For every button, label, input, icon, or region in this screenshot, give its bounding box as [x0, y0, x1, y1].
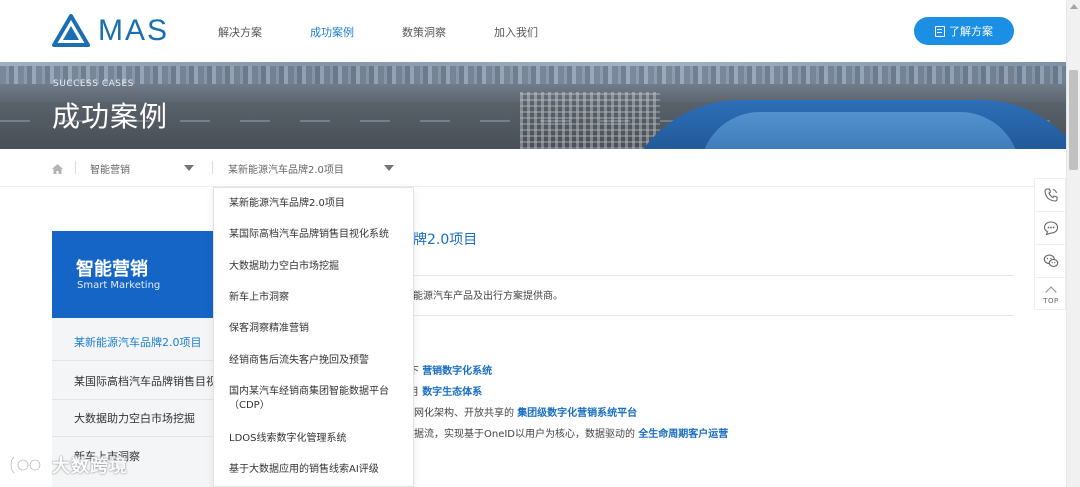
nav-item-solutions[interactable]: 解决方案 [218, 24, 262, 40]
dropdown-item[interactable]: 国内某汽车经销商集团智能数据平台（CDP） [229, 385, 404, 413]
learn-solution-button[interactable]: 了解方案 [914, 17, 1014, 45]
chevron-down-icon[interactable] [384, 165, 394, 171]
banner-car-window [700, 112, 1020, 149]
document-icon [935, 25, 945, 37]
chevron-down-icon[interactable] [184, 165, 194, 171]
content-row-text: 汇据流，实现基于OneID以用户为核心，数据驱动的 [404, 429, 639, 440]
content-row: 月 数字生态体系 [409, 383, 482, 398]
content-row-highlight: 全生命周期客户运营 [638, 429, 729, 440]
breadcrumb-divider [212, 161, 213, 174]
sidebar-subtitle: Smart Marketing [77, 280, 161, 291]
chat-button[interactable] [1035, 212, 1067, 245]
dropdown-item[interactable]: 某国际高档汽车品牌销售目视化系统 [229, 228, 389, 242]
breadcrumb-bar [0, 149, 1066, 187]
wechat-icon [1043, 254, 1059, 268]
page: MAS 解决方案 成功案例 数策洞察 加入我们 了解方案 SUCCESS CAS… [0, 0, 1080, 487]
sidebar-title: 智能营销 [76, 259, 148, 280]
breadcrumb-divider [75, 161, 76, 174]
banner-pixel-effect [520, 92, 660, 149]
phone-button[interactable] [1035, 179, 1067, 212]
home-icon[interactable] [52, 164, 63, 174]
logo-text: MAS [98, 14, 170, 47]
back-to-top-label: TOP [1043, 296, 1059, 305]
dropdown-item[interactable]: 新车上市洞察 [229, 291, 289, 305]
content-divider [413, 275, 1014, 276]
floating-toolbar: TOP [1034, 178, 1067, 311]
sidebar-divider [52, 436, 227, 437]
dropdown-item[interactable]: 经销商售后流失客户挽回及预警 [229, 354, 369, 368]
breadcrumb-current[interactable]: 某新能源汽车品牌2.0项目 [228, 161, 344, 176]
main-nav: 解决方案 成功案例 数策洞察 加入我们 [218, 24, 586, 40]
sidebar-item[interactable]: 大数据助力空白市场挖掘 [74, 410, 195, 426]
banner-title: 成功案例 [52, 100, 169, 133]
content-row-highlight: 营销数字化系统 [422, 366, 493, 377]
content-divider [413, 315, 1014, 316]
chat-bubble-icon [1043, 221, 1059, 236]
sidebar-header: 智能营销 Smart Marketing [52, 231, 227, 318]
dropdown-item[interactable]: 大数据助力空白市场挖掘 [229, 260, 339, 274]
content-row: 下 营销数字化系统 [409, 362, 492, 377]
sidebar-item[interactable]: 某国际高档汽车品牌销售目视 [74, 373, 217, 389]
dropdown-item[interactable]: 基于大数据应用的销售线索AI评级 [229, 463, 379, 477]
sidebar-divider [52, 360, 227, 361]
nav-item-success-cases[interactable]: 成功案例 [310, 24, 354, 40]
dropdown-item[interactable]: 保客洞察精准营销 [229, 322, 309, 336]
case-dropdown-menu: 某新能源汽车品牌2.0项目 某国际高档汽车品牌销售目视化系统 大数据助力空白市场… [213, 187, 414, 487]
content-row-highlight: 数字生态体系 [422, 387, 483, 398]
content-row-text: 展网化架构、开放共享的 [404, 408, 518, 419]
chevron-up-icon [1045, 285, 1057, 298]
sidebar-divider [52, 399, 227, 400]
case-description: 能源汽车产品及出行方案提供商。 [413, 291, 563, 302]
wechat-button[interactable] [1035, 245, 1067, 278]
breadcrumb-category[interactable]: 智能营销 [90, 161, 130, 176]
content-row: 汇据流，实现基于OneID以用户为核心，数据驱动的 全生命周期客户运营 [404, 425, 728, 440]
page-scrollbar[interactable] [1066, 0, 1080, 487]
logo-icon [52, 14, 90, 47]
phone-icon [1044, 188, 1058, 202]
watermark-text: 大数跨境 [52, 456, 128, 477]
dropdown-item[interactable]: 某新能源汽车品牌2.0项目 [229, 197, 345, 211]
banner-subtitle: SUCCESS CASES [53, 79, 134, 89]
content-row-highlight: 集团级数字化营销系统平台 [517, 408, 638, 419]
dropdown-item[interactable]: LDOS线索数字化管理系统 [229, 432, 347, 446]
site-header: MAS 解决方案 成功案例 数策洞察 加入我们 了解方案 [0, 0, 1066, 62]
watermark: 大数跨境 [8, 450, 128, 480]
nav-item-insights[interactable]: 数策洞察 [402, 24, 446, 40]
watermark-logo-icon [9, 456, 42, 474]
sidebar-item[interactable]: 某新能源汽车品牌2.0项目 [74, 334, 202, 350]
learn-solution-label: 了解方案 [949, 25, 993, 38]
logo[interactable]: MAS [52, 14, 169, 48]
case-title: 牌2.0项目 [413, 232, 478, 248]
content-row: 展网化架构、开放共享的 集团级数字化营销系统平台 [404, 404, 637, 419]
scroll-up-arrow-icon[interactable] [1070, 4, 1078, 9]
scrollbar-thumb[interactable] [1069, 70, 1078, 170]
nav-item-join-us[interactable]: 加入我们 [494, 24, 538, 40]
back-to-top-button[interactable]: TOP [1035, 278, 1067, 311]
banner-skyline [0, 66, 1066, 84]
